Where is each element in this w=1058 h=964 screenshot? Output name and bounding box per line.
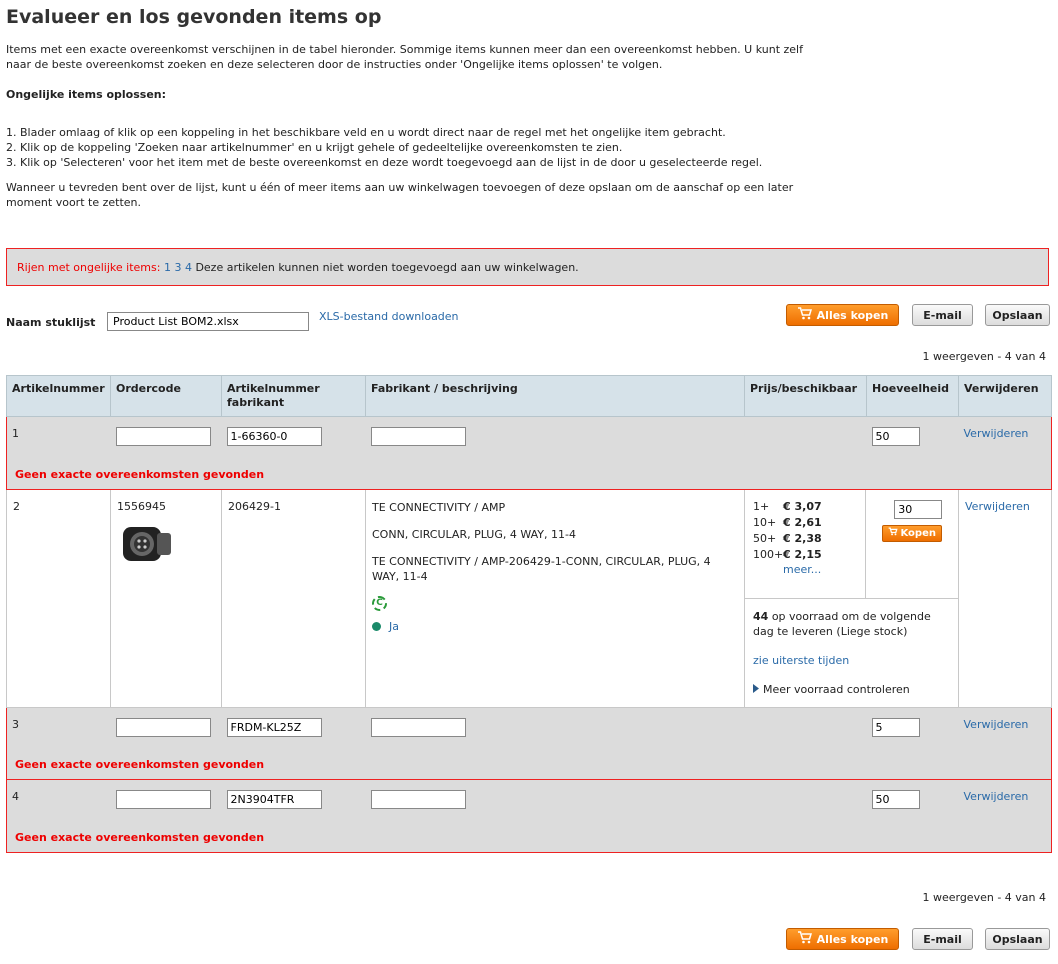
alert-link-row-3[interactable]: 3 (174, 261, 181, 274)
step-item: 3. Klik op 'Selecteren' voor het item me… (6, 156, 763, 169)
col-price: Prijs/beschikbaar (744, 375, 867, 417)
buy-button[interactable]: Kopen (882, 524, 943, 542)
save-button-top[interactable]: Opslaan (985, 304, 1050, 326)
no-match-message: Geen exacte overeenkomsten gevonden (6, 824, 1052, 853)
cart-icon (797, 931, 813, 947)
alert-label: Rijen met ongelijke items: (17, 261, 161, 274)
stock-count: 44 (753, 609, 769, 623)
table-row: 3 Verwijderen (6, 706, 1052, 752)
table-row-matched: 2 1556945 206429-1 TE CONNECTIVITY / AMP… (6, 488, 1052, 708)
description-input[interactable] (370, 427, 466, 446)
availability-dot-icon (372, 621, 381, 631)
ordercode-input[interactable] (115, 790, 211, 809)
mfr-pn-input[interactable] (226, 427, 322, 446)
table-row: 4 Verwijderen (6, 779, 1052, 825)
mfr-pn-input[interactable] (226, 717, 322, 737)
remove-link[interactable]: Verwijderen (965, 500, 1030, 513)
page-title: Evalueer en los gevonden items op (6, 6, 382, 28)
remove-link[interactable]: Verwijderen (964, 427, 1029, 440)
bom-name-label: Naam stuklijst (6, 316, 96, 329)
quantity-input[interactable] (894, 499, 943, 519)
col-mfr-pn: Artikelnummer fabrikant (221, 375, 366, 417)
mismatch-alert: Rijen met ongelijke items: 1 3 4 Deze ar… (6, 248, 1049, 286)
availability-link[interactable]: Ja (389, 619, 399, 634)
cutoff-times-link[interactable]: zie uiterste tijden (753, 654, 849, 667)
col-remove: Verwijderen (958, 375, 1052, 417)
no-match-row: Geen exacte overeenkomsten gevonden (6, 752, 1052, 780)
step-item: 2. Klik op de koppeling 'Zoeken naar art… (6, 141, 623, 154)
xls-download-link[interactable]: XLS-bestand downloaden (319, 310, 459, 323)
col-qty: Hoeveelheid (866, 375, 959, 417)
step-item: 1. Blader omlaag of klik op een koppelin… (6, 126, 726, 139)
remove-link[interactable]: Verwijderen (964, 718, 1029, 731)
cart-icon (888, 527, 899, 539)
stock-text: op voorraad om de volgende dag te levere… (753, 609, 931, 638)
price-breaks: 1+ € 3,07 10+ € 2,61 50+ € 2,38 100+ € 2,15 … (745, 489, 867, 598)
product-image[interactable] (117, 518, 177, 569)
result-count-top: 1 weergeven - 4 van 4 (922, 350, 1046, 363)
table-row: 1 Verwijderen (6, 416, 1052, 462)
ordercode-input[interactable] (115, 717, 211, 737)
rohs-compliant-icon: C (372, 595, 387, 611)
alert-message: Deze artikelen kunnen niet worden toegev… (195, 261, 579, 274)
col-mfr-desc: Fabrikant / beschrijving (365, 375, 745, 417)
triangle-right-icon (753, 682, 759, 697)
stock-info: 44 op voorraad om de volgende dag te lev… (745, 597, 958, 707)
steps-list: 1. Blader omlaag of klik op een koppelin… (6, 125, 762, 170)
mfr-pn-value: 206429-1 (221, 488, 366, 708)
quantity-input[interactable] (871, 427, 920, 446)
alert-link-row-4[interactable]: 4 (185, 261, 192, 274)
cart-icon (797, 307, 813, 323)
ordercode-input[interactable] (115, 427, 211, 446)
col-ordercode: Ordercode (110, 375, 222, 417)
description-input[interactable] (370, 717, 466, 737)
outro-text: Wanneer u tevreden bent over de lijst, k… (6, 181, 794, 209)
no-match-row: Geen exacte overeenkomsten gevonden (6, 461, 1052, 490)
buy-all-button-bottom[interactable]: Alles kopen (786, 928, 899, 950)
no-match-message: Geen exacte overeenkomsten gevonden (6, 461, 1052, 490)
result-count-bottom: 1 weergeven - 4 van 4 (922, 891, 1046, 904)
bom-name-input[interactable] (107, 312, 309, 331)
email-button-top[interactable]: E-mail (912, 304, 973, 326)
col-artnr: Artikelnummer (6, 375, 111, 417)
mfr-pn-input[interactable] (226, 790, 322, 809)
page: Evalueer en los gevonden items op Items … (0, 0, 1058, 964)
description-input[interactable] (370, 790, 466, 809)
remove-link[interactable]: Verwijderen (964, 790, 1029, 803)
short-description: CONN, CIRCULAR, PLUG, 4 WAY, 11-4 (372, 527, 576, 541)
check-stock-link[interactable]: Meer voorraad controleren (763, 682, 910, 697)
intro-text: Items met een exacte overeenkomst versch… (6, 43, 803, 71)
no-match-message: Geen exacte overeenkomsten gevonden (6, 752, 1052, 780)
quantity-input[interactable] (871, 790, 920, 809)
buy-all-button-top[interactable]: Alles kopen (786, 304, 899, 326)
ordercode-value: 1556945 (117, 499, 166, 513)
resolve-heading: Ongelijke items oplossen: (6, 88, 167, 101)
long-description: TE CONNECTIVITY / AMP-206429-1-CONN, CIR… (372, 554, 711, 583)
more-prices-link[interactable]: meer... (783, 563, 821, 576)
no-match-row: Geen exacte overeenkomsten gevonden (6, 824, 1052, 853)
table-header: Artikelnummer Ordercode Artikelnummer fab… (6, 375, 1052, 417)
save-button-bottom[interactable]: Opslaan (985, 928, 1050, 950)
bom-table: Artikelnummer Ordercode Artikelnummer fab… (6, 375, 1052, 853)
manufacturer: TE CONNECTIVITY / AMP (372, 500, 506, 514)
quantity-input[interactable] (871, 717, 920, 737)
email-button-bottom[interactable]: E-mail (912, 928, 973, 950)
alert-link-row-1[interactable]: 1 (164, 261, 171, 274)
